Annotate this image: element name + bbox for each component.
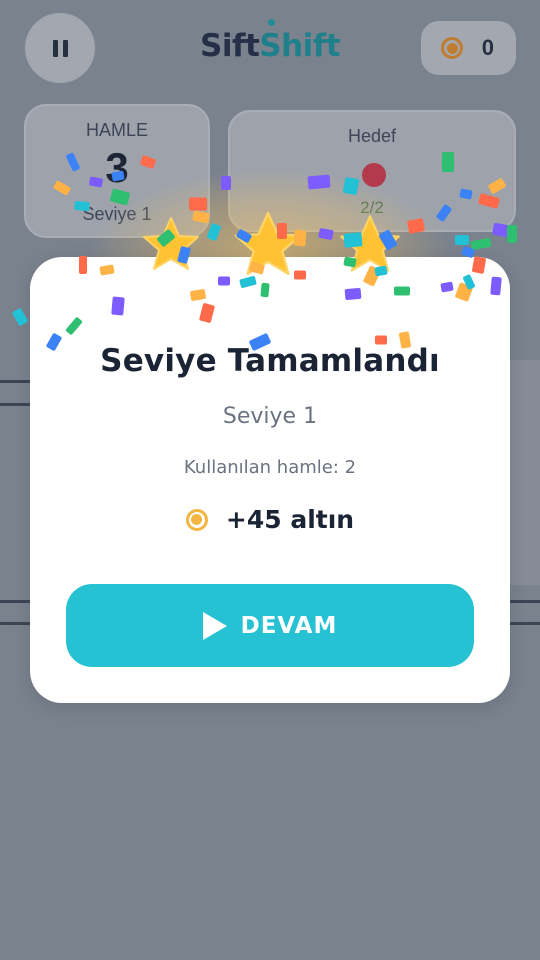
moves-label: HAMLE <box>85 120 148 140</box>
play-icon <box>202 611 227 640</box>
logo-dot <box>268 19 275 26</box>
continue-label: DEVAM <box>240 612 338 639</box>
background-line <box>510 622 540 625</box>
reward-amount: +45 altın <box>225 505 355 534</box>
pause-button[interactable] <box>25 13 95 83</box>
dialog-title: Seviye Tamamlandı <box>100 343 440 379</box>
background-line <box>0 380 30 383</box>
coin-icon <box>185 508 208 531</box>
background-panel <box>510 360 540 585</box>
dialog-level: Seviye 1 <box>222 404 318 429</box>
continue-button[interactable]: DEVAM <box>66 584 474 667</box>
coin-icon <box>441 37 463 59</box>
background-line <box>510 600 540 603</box>
reward-row: +45 altın <box>30 505 510 534</box>
star-icon <box>340 215 400 272</box>
goal-label: Hedef <box>347 126 397 146</box>
game-logo: SiftShift <box>200 28 341 64</box>
moves-used-text: Kullanılan hamle: 2 <box>183 457 357 478</box>
background-line <box>0 600 30 603</box>
star-icon <box>143 217 199 270</box>
background-line <box>0 622 30 625</box>
background-line <box>0 403 30 406</box>
coin-counter: 0 <box>421 21 516 75</box>
logo-part-1: Sift <box>200 28 260 64</box>
coin-count: 0 <box>481 35 494 60</box>
star-icon <box>234 211 302 276</box>
level-complete-dialog: Seviye Tamamlandı Seviye 1 Kullanılan ha… <box>30 257 510 703</box>
pause-icon <box>52 39 68 57</box>
logo-part-2: Shift <box>259 28 341 64</box>
